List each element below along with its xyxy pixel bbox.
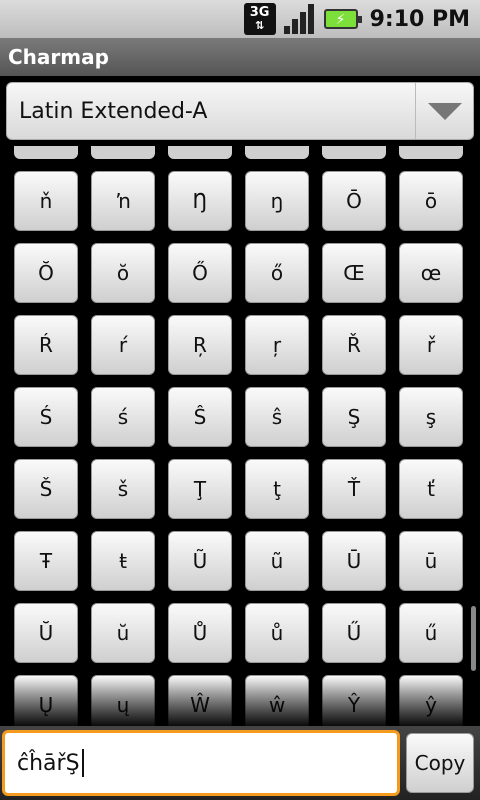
char-key[interactable]: š xyxy=(91,459,155,519)
char-key[interactable]: ţ xyxy=(245,459,309,519)
status-time: 9:10 PM xyxy=(369,6,470,32)
char-key[interactable]: Ť xyxy=(322,459,386,519)
char-key[interactable]: ŭ xyxy=(91,603,155,663)
spinner-selected-value: Latin Extended-A xyxy=(19,98,208,124)
char-key[interactable]: Ū xyxy=(322,531,386,591)
char-key[interactable]: Ő xyxy=(168,243,232,303)
char-key[interactable]: ś xyxy=(91,387,155,447)
char-key[interactable]: ŵ xyxy=(245,675,309,726)
char-key[interactable]: Ţ xyxy=(168,459,232,519)
char-key[interactable]: Ŷ xyxy=(322,675,386,726)
spinner-area: Latin Extended-A xyxy=(0,76,480,146)
char-key[interactable]: Š xyxy=(14,459,78,519)
char-key[interactable]: ů xyxy=(245,603,309,663)
battery-charging-icon: ⚡ xyxy=(323,9,362,29)
char-key[interactable]: Ů xyxy=(168,603,232,663)
char-key[interactable]: Ř xyxy=(322,315,386,375)
network-3g-icon: 3G ⇅ xyxy=(243,3,276,35)
char-key[interactable]: Ş xyxy=(322,387,386,447)
char-key[interactable]: ŧ xyxy=(91,531,155,591)
char-key[interactable]: ő xyxy=(245,243,309,303)
char-key[interactable]: Ŧ xyxy=(14,531,78,591)
char-key[interactable]: Ŵ xyxy=(168,675,232,726)
char-key[interactable]: Ũ xyxy=(168,531,232,591)
char-key[interactable]: Ŗ xyxy=(168,315,232,375)
network-label: 3G xyxy=(249,5,270,20)
char-key[interactable]: ş xyxy=(399,387,463,447)
char-key[interactable]: Ŕ xyxy=(14,315,78,375)
char-key[interactable]: ŋ xyxy=(245,171,309,231)
char-key[interactable]: ũ xyxy=(245,531,309,591)
char-key[interactable]: Ŋ xyxy=(168,171,232,231)
copy-button[interactable]: Copy xyxy=(406,733,474,793)
char-key[interactable]: Ų xyxy=(14,675,78,726)
char-key[interactable]: Ŝ xyxy=(168,387,232,447)
char-key[interactable]: ŝ xyxy=(245,387,309,447)
char-key[interactable]: ř xyxy=(399,315,463,375)
char-key[interactable]: ų xyxy=(91,675,155,726)
char-key[interactable]: Ō xyxy=(322,171,386,231)
char-input-field[interactable]: ĉĥāřŞ xyxy=(2,730,400,796)
scrollbar[interactable] xyxy=(471,606,476,671)
status-bar: 3G ⇅ ⚡ 9:10 PM xyxy=(0,0,480,38)
char-key[interactable]: ŗ xyxy=(245,315,309,375)
dropdown-arrow-icon[interactable] xyxy=(415,83,473,139)
char-key[interactable]: ň xyxy=(14,171,78,231)
char-key[interactable]: ű xyxy=(399,603,463,663)
char-key[interactable]: Ű xyxy=(322,603,386,663)
char-key[interactable]: Œ xyxy=(322,243,386,303)
partial-row xyxy=(0,146,480,160)
char-key[interactable]: ť xyxy=(399,459,463,519)
char-key[interactable]: ū xyxy=(399,531,463,591)
char-key[interactable]: œ xyxy=(399,243,463,303)
char-key[interactable]: ŕ xyxy=(91,315,155,375)
char-key[interactable]: ŏ xyxy=(91,243,155,303)
char-key[interactable]: Ś xyxy=(14,387,78,447)
char-input-value: ĉĥāřŞ xyxy=(17,750,80,776)
char-key[interactable]: Ŭ xyxy=(14,603,78,663)
bottom-bar: ĉĥāřŞ Copy xyxy=(0,726,480,800)
char-key[interactable]: ŷ xyxy=(399,675,463,726)
char-key[interactable]: ŉ xyxy=(91,171,155,231)
text-cursor xyxy=(81,749,84,777)
char-key[interactable]: ō xyxy=(399,171,463,231)
app-title: Charmap xyxy=(0,38,480,76)
charset-spinner[interactable]: Latin Extended-A xyxy=(6,82,474,140)
signal-strength-icon xyxy=(283,4,316,34)
character-grid: ňŉŊŋŌō ŎŏŐőŒœ ŔŕŖŗŘř ŚśŜŝŞş ŠšŢţŤť ŦŧŨũŪū ŬŭŮů… xyxy=(0,146,480,726)
char-key[interactable]: Ŏ xyxy=(14,243,78,303)
